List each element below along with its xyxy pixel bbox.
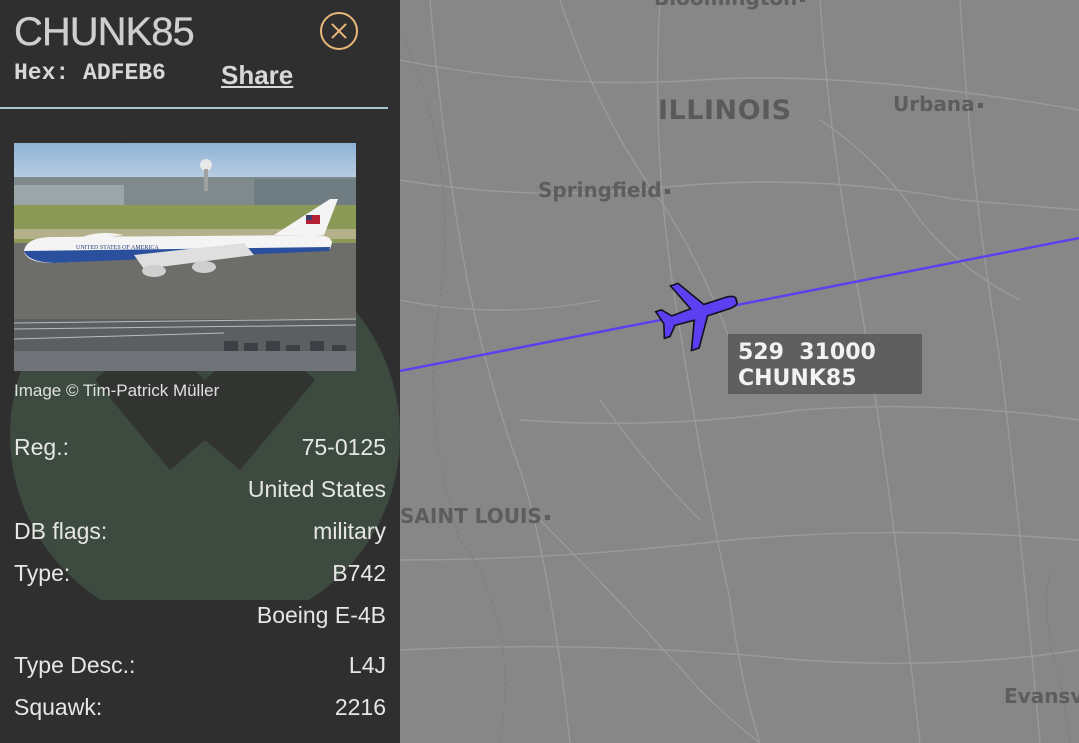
city-bloomington: Bloomington xyxy=(654,0,806,10)
detail-value: 75-0125 xyxy=(301,434,386,460)
city-evansville: Evansville xyxy=(1004,684,1079,708)
detail-value: United States xyxy=(247,476,386,502)
header-divider xyxy=(0,107,388,109)
aircraft-info-panel: CHUNK85 Hex: ADFEB6 Share UNITED STATES … xyxy=(0,0,400,743)
map-view[interactable]: Bloomington ILLINOIS Urbana Springfield … xyxy=(400,0,1079,743)
panel-callsign: CHUNK85 xyxy=(14,10,195,54)
photo-credit: Image © Tim-Patrick Müller xyxy=(14,381,220,400)
aircraft-photo[interactable]: UNITED STATES OF AMERICA xyxy=(14,143,356,371)
detail-key: Reg.: xyxy=(14,434,69,460)
detail-value: 2216 xyxy=(334,694,386,720)
state-label-illinois: ILLINOIS xyxy=(658,95,792,126)
share-link[interactable]: Share xyxy=(221,60,293,91)
detail-key: Type Desc.: xyxy=(14,652,136,678)
hex-value: ADFEB6 xyxy=(83,60,166,86)
aircraft-label-callsign: CHUNK85 xyxy=(738,366,857,391)
detail-key: Type: xyxy=(14,560,71,586)
hex-row: Hex: ADFEB6 xyxy=(14,60,166,86)
city-springfield: Springfield xyxy=(538,178,670,202)
aircraft-data-label[interactable]: 529 31000 CHUNK85 xyxy=(728,334,922,394)
svg-text:UNITED STATES OF AMERICA: UNITED STATES OF AMERICA xyxy=(76,245,159,251)
city-urbana: Urbana xyxy=(893,92,983,116)
aircraft-altitude: 31000 xyxy=(799,340,876,365)
detail-key: DB flags: xyxy=(14,518,108,544)
detail-value: Boeing E-4B xyxy=(256,602,386,628)
detail-value: L4J xyxy=(348,652,386,678)
detail-key: Squawk: xyxy=(14,694,103,720)
detail-value: B742 xyxy=(332,560,386,586)
close-icon[interactable] xyxy=(320,12,358,50)
city-saint-louis: SAINT LOUIS xyxy=(400,504,550,528)
detail-value: military xyxy=(313,518,386,544)
aircraft-speed: 529 xyxy=(738,340,784,365)
